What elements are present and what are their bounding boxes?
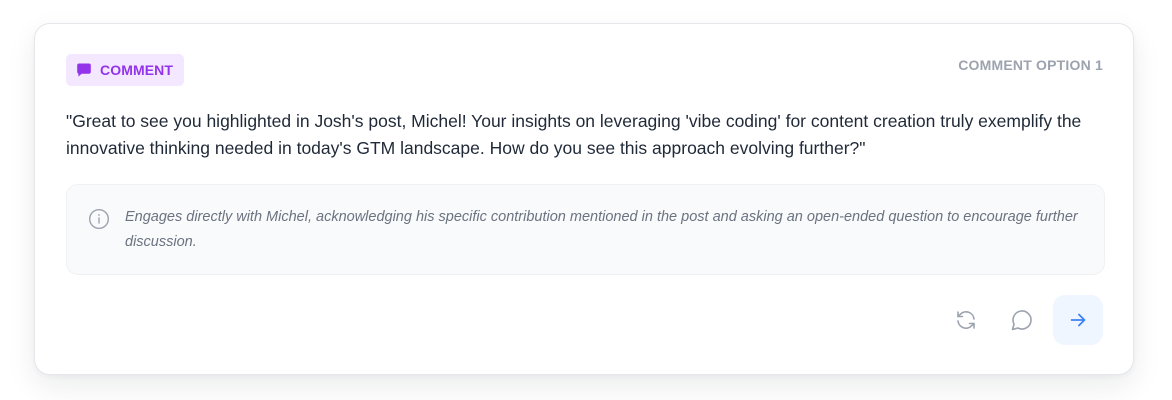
info-icon — [88, 208, 110, 230]
action-bar — [941, 295, 1103, 345]
refresh-icon — [954, 308, 978, 332]
comment-option-card: COMMENT COMMENT OPTION 1 "Great to see y… — [34, 23, 1134, 375]
message-square-icon — [76, 62, 92, 78]
reasoning-box: Engages directly with Michel, acknowledg… — [66, 184, 1105, 275]
reasoning-text: Engages directly with Michel, acknowledg… — [125, 209, 1078, 250]
send-button[interactable] — [1053, 295, 1103, 345]
comment-button[interactable] — [997, 295, 1047, 345]
comment-badge: COMMENT — [66, 54, 185, 86]
option-number-label: COMMENT OPTION 1 — [958, 57, 1103, 73]
regenerate-button[interactable] — [941, 295, 991, 345]
badge-label: COMMENT — [100, 62, 174, 78]
comment-text: "Great to see you highlighted in Josh's … — [66, 111, 1082, 158]
arrow-right-icon — [1067, 309, 1089, 331]
chat-bubble-icon — [1010, 308, 1034, 332]
